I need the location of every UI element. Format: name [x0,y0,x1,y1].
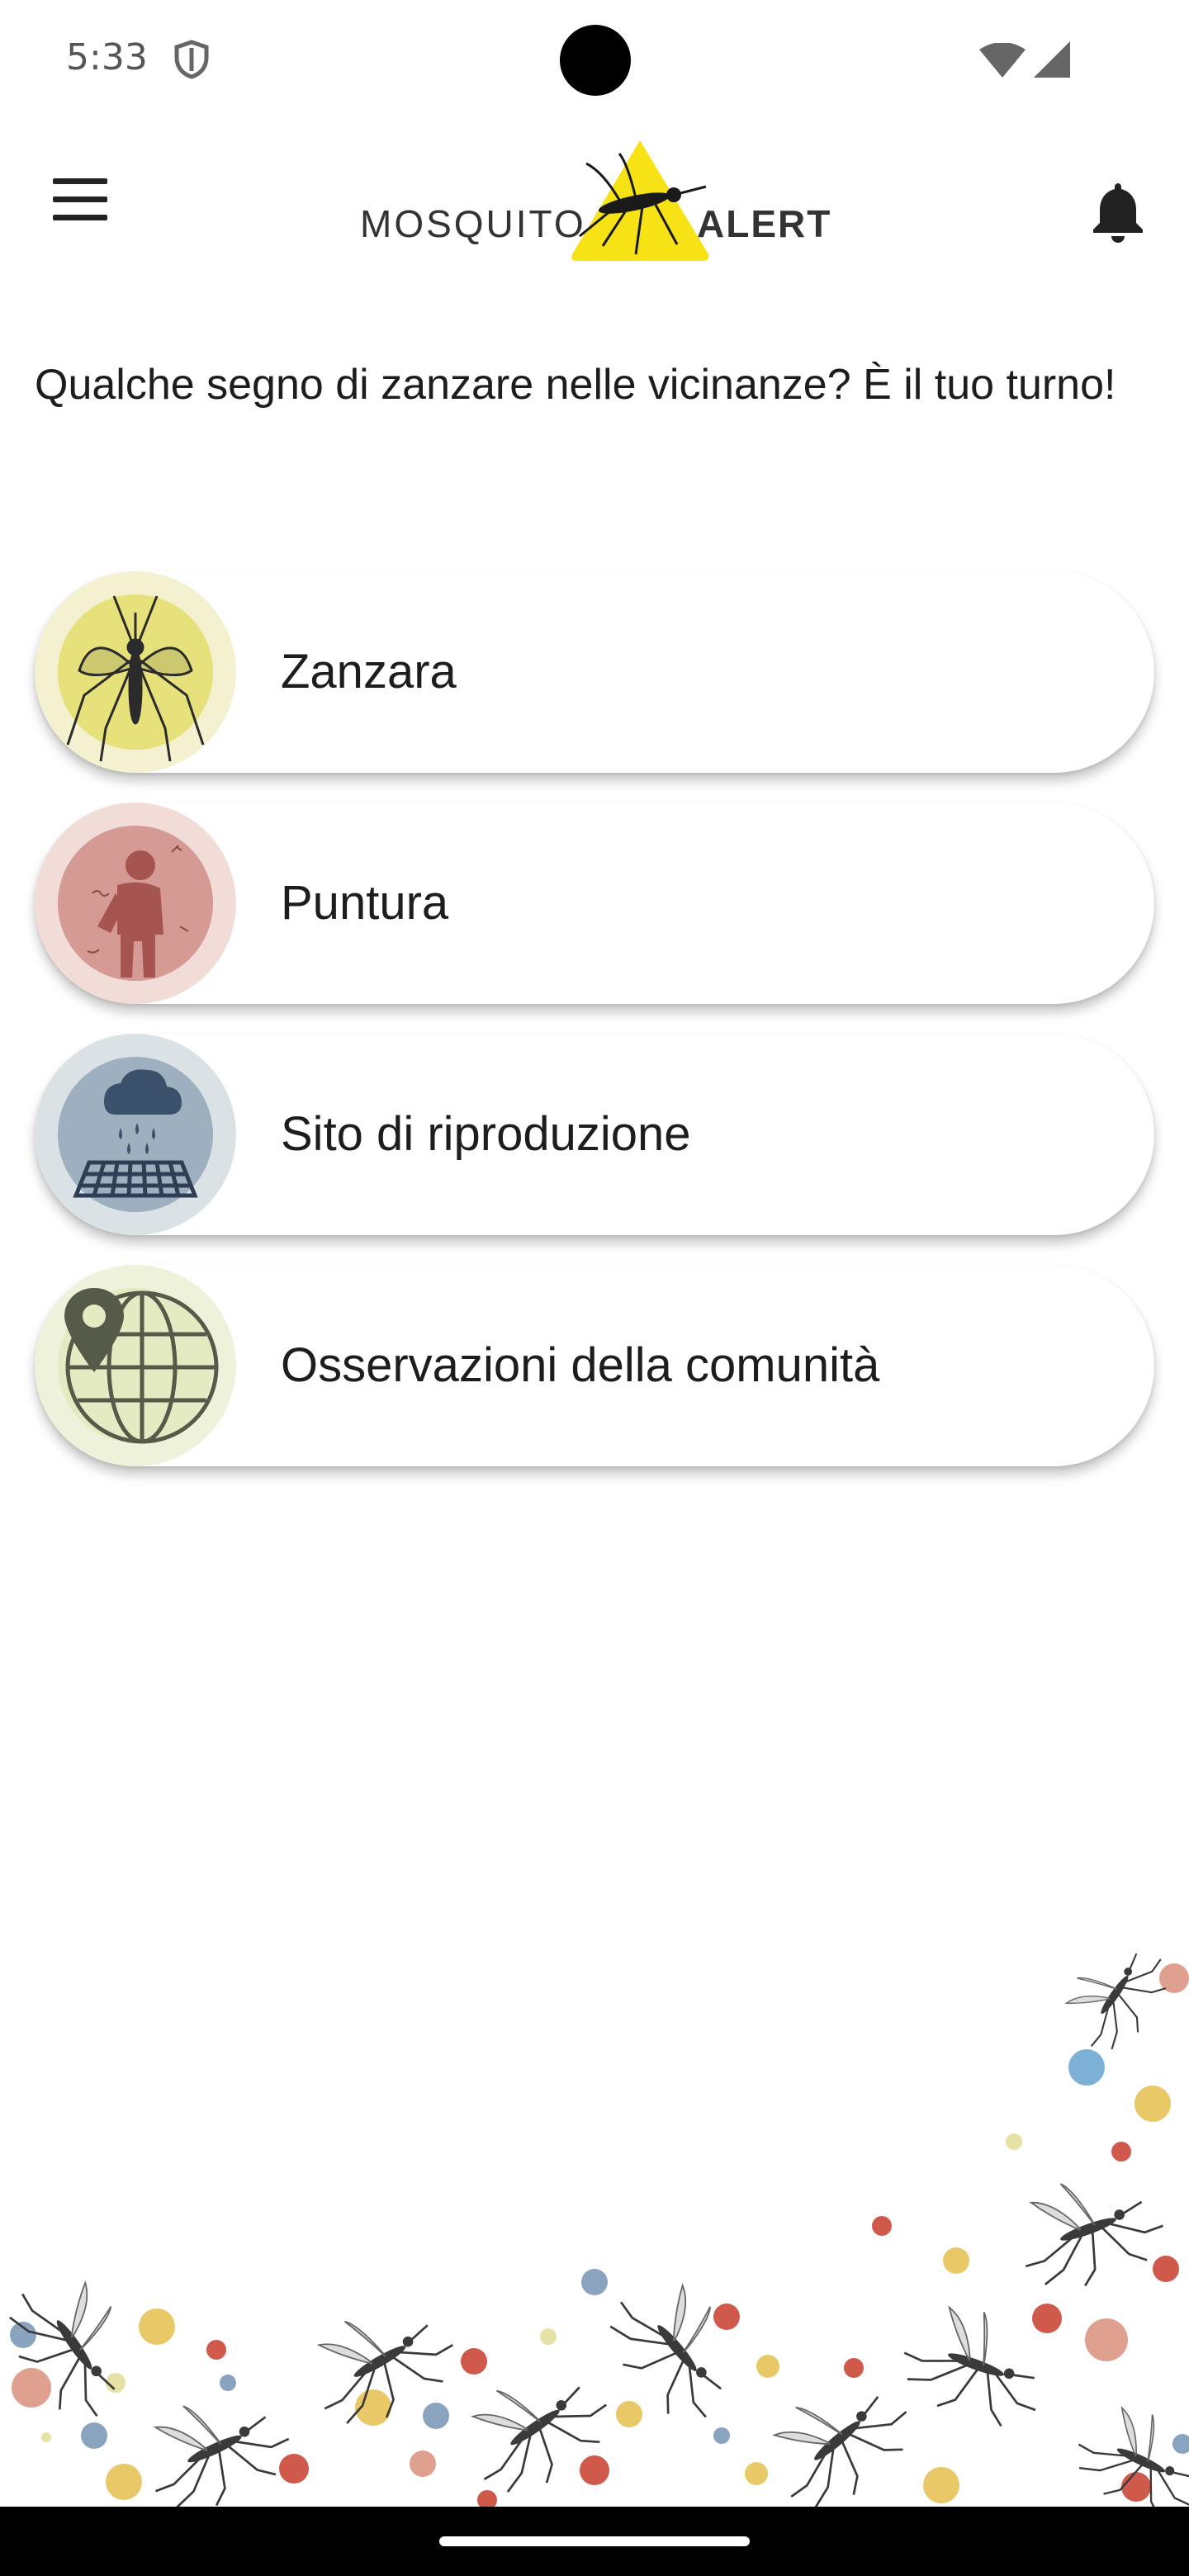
community-observations-button[interactable]: Osservazioni della comunità [35,1265,1154,1466]
map-pin-globe-icon [35,1265,236,1466]
logo-mosquito-triangle-icon [571,140,709,261]
hamburger-menu-icon[interactable] [53,178,107,221]
card-label-mosquito: Zanzara [281,645,457,698]
status-time: 5:33 [66,36,148,78]
card-label-community: Osservazioni della comunità [281,1338,880,1392]
decorative-mosquito-pattern [0,1925,1189,2510]
card-label-breeding-site: Sito di riproduzione [281,1107,691,1161]
report-breeding-site-button[interactable]: Sito di riproduzione [35,1034,1154,1235]
wifi-icon [979,43,1026,78]
camera-cutout [560,25,631,96]
report-bite-button[interactable]: Puntura [35,803,1154,1004]
logo-text-alert: ALERT [697,202,832,245]
home-gesture-handle[interactable] [439,2536,750,2546]
intro-text: Qualche segno di zanzare nelle vicinanze… [35,361,1116,409]
shield-icon [174,40,209,79]
bell-icon[interactable] [1090,180,1146,243]
report-mosquito-button[interactable]: Zanzara [35,571,1154,773]
logo-text-mosquito: MOSQUITO [360,202,586,245]
app-logo: MOSQUITO ALERT [360,139,839,263]
bite-person-icon [35,803,236,1004]
cell-signal-icon [1034,41,1070,78]
app-bar: MOSQUITO ALERT [0,124,1189,272]
card-label-bite: Puntura [281,876,449,930]
mosquito-icon [35,571,236,773]
status-bar: 5:33 [0,0,1189,119]
breeding-site-rain-icon [35,1034,236,1235]
